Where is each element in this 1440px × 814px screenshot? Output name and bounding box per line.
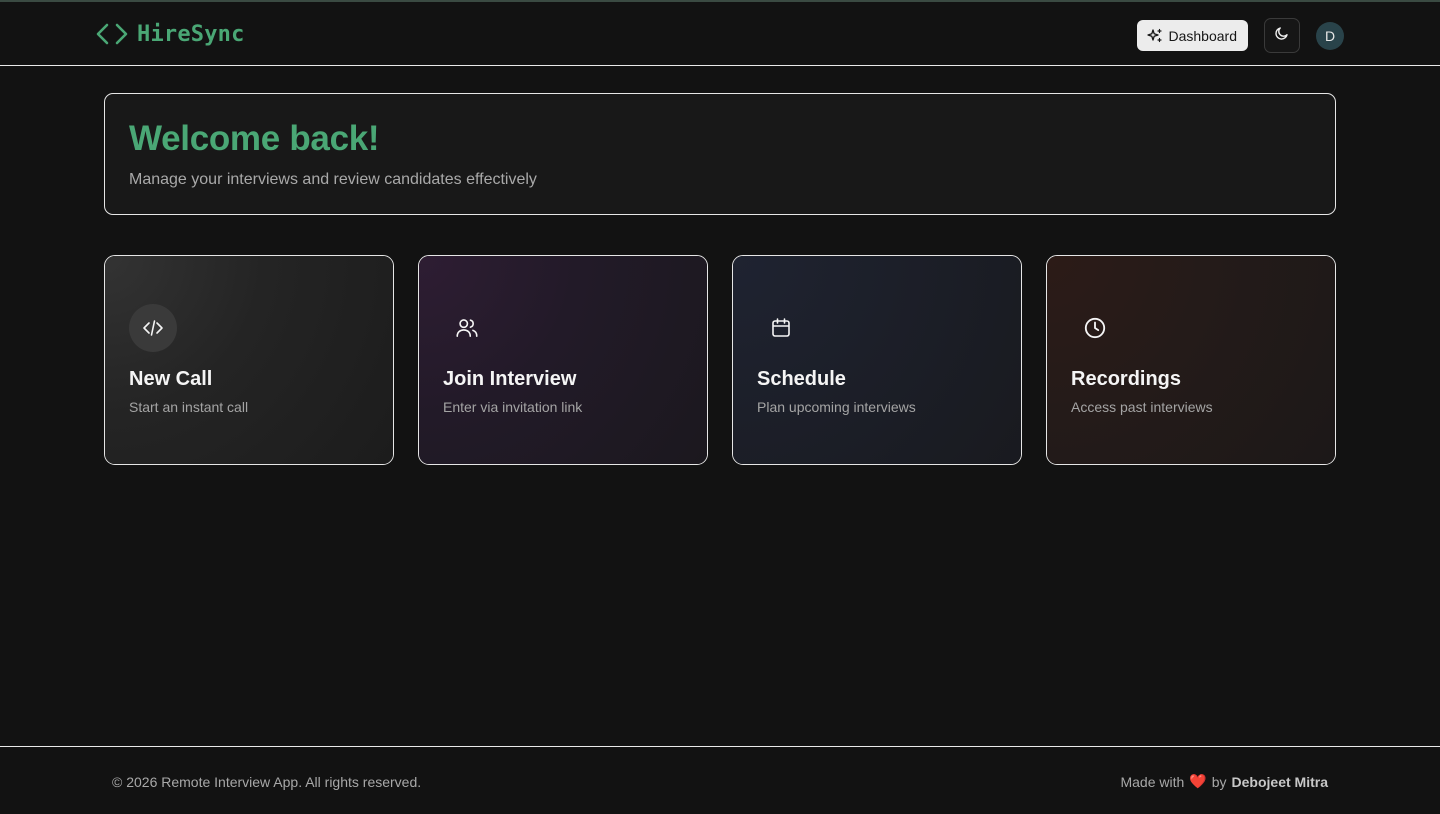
dashboard-button[interactable]: Dashboard [1136,20,1248,51]
heart-icon: ❤️ [1189,773,1207,789]
users-icon [443,304,491,352]
header-actions: Dashboard D [1136,18,1344,53]
recordings-card[interactable]: Recordings Access past interviews [1046,255,1336,465]
by-text: by [1211,773,1227,790]
card-subtitle: Access past interviews [1071,399,1213,415]
card-title: New Call [129,368,213,390]
welcome-title: Welcome back! [129,119,380,158]
calendar-icon [757,304,805,352]
top-nav: HireSync Dashboard D [0,2,1440,66]
new-call-card[interactable]: New Call Start an instant call [104,255,394,465]
card-title: Join Interview [443,368,577,390]
welcome-banner: Welcome back! Manage your interviews and… [104,93,1336,215]
user-avatar[interactable]: D [1316,21,1344,50]
card-subtitle: Start an instant call [129,399,249,415]
code-brackets-icon [96,23,128,45]
dashboard-button-label: Dashboard [1168,27,1238,44]
clock-icon [1071,304,1119,352]
join-interview-card[interactable]: Join Interview Enter via invitation link [418,255,708,465]
card-subtitle: Enter via invitation link [443,399,583,415]
brand-logo[interactable]: HireSync [96,19,245,49]
page: HireSync Dashboard D Welcome back! Manag… [0,0,1440,814]
sparkles-icon [1146,28,1163,44]
card-title: Schedule [757,368,846,390]
copyright-text: © 2026 Remote Interview App. All rights … [112,774,422,790]
welcome-subtitle: Manage your interviews and review candid… [129,171,537,188]
brand-name: HireSync [137,21,245,47]
quick-actions: New Call Start an instant call Join Inte… [104,255,1336,465]
moon-icon [1274,25,1290,46]
author-name: Debojeet Mitra [1231,773,1328,790]
made-with-text: Made with [1120,773,1185,790]
card-subtitle: Plan upcoming interviews [757,399,916,415]
made-with-credit: Made with ❤️ by Debojeet Mitra [1120,773,1328,790]
card-title: Recordings [1071,368,1182,390]
theme-toggle-button[interactable] [1264,18,1300,53]
schedule-card[interactable]: Schedule Plan upcoming interviews [732,255,1022,465]
code-icon [129,304,177,352]
footer: © 2026 Remote Interview App. All rights … [0,746,1440,814]
